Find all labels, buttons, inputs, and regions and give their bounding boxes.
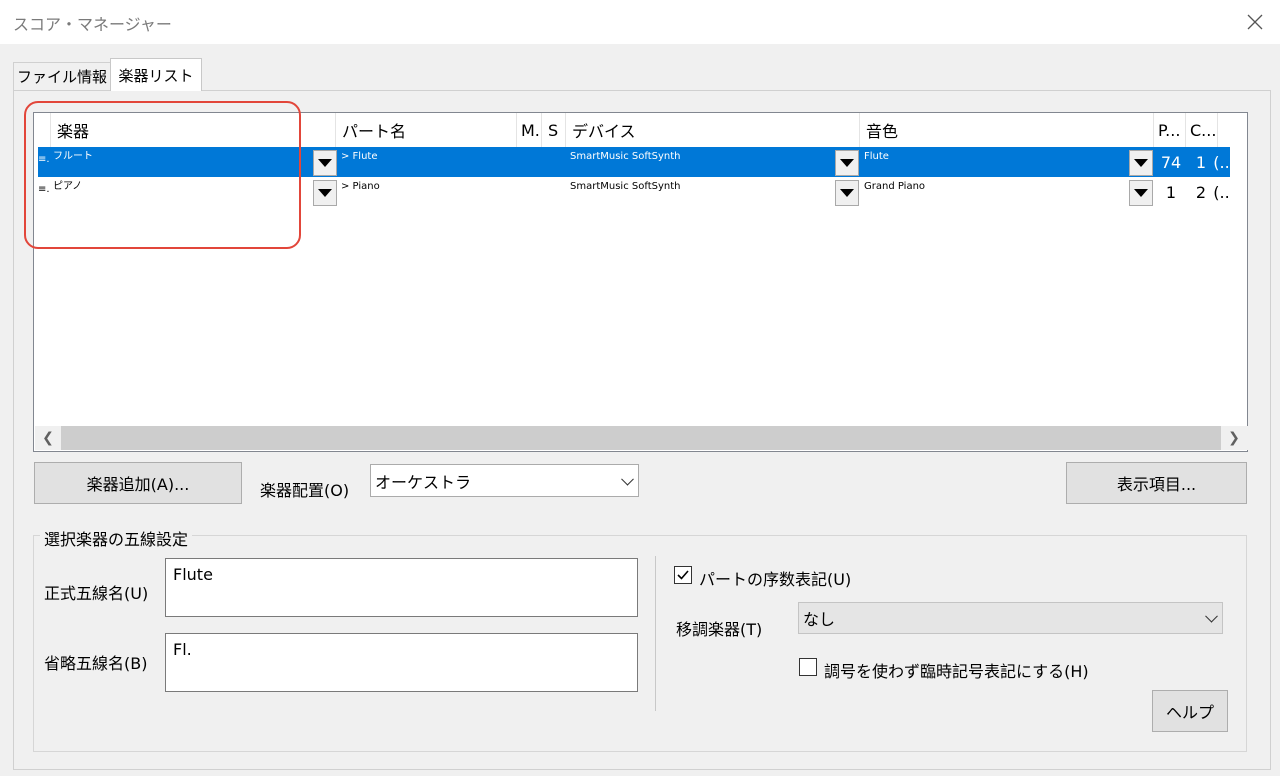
sound-cell[interactable]: Flute <box>861 147 1131 177</box>
part-name-cell[interactable]: > Flute <box>338 147 518 177</box>
overflow-cell[interactable]: (.. <box>1213 177 1230 207</box>
scroll-left-icon[interactable]: ❮ <box>35 426 61 450</box>
column-header-solo[interactable]: S <box>542 113 566 147</box>
no-key-signature-label[interactable]: 調号を使わず臨時記号表記にする(H) <box>824 658 1089 682</box>
transpose-select[interactable]: なし <box>798 602 1223 634</box>
dropdown-arrow-icon <box>1134 159 1148 167</box>
dropdown-arrow-icon <box>1134 189 1148 197</box>
column-header-program[interactable]: P... <box>1154 113 1186 147</box>
tab-file-info[interactable]: ファイル情報 <box>13 62 111 90</box>
column-header-mute[interactable]: M. <box>517 113 542 147</box>
dropdown-arrow-icon <box>840 159 854 167</box>
no-key-signature-checkbox[interactable] <box>799 658 817 676</box>
column-header-sound[interactable]: 音色 <box>860 113 1154 147</box>
tab-instrument-list[interactable]: 楽器リスト <box>110 58 202 91</box>
close-button[interactable] <box>1238 6 1272 38</box>
device-dropdown-button[interactable] <box>835 150 859 176</box>
layout-select-value: オーケストラ <box>375 472 472 492</box>
overflow-cell[interactable]: (.. <box>1213 147 1230 177</box>
column-header-part-name[interactable]: パート名 <box>336 113 517 147</box>
program-cell[interactable]: 1 <box>1155 177 1187 207</box>
layout-label: 楽器配置(O) <box>260 481 350 500</box>
ordinal-label[interactable]: パートの序数表記(U) <box>699 566 851 590</box>
abbr-name-input[interactable]: Fl. <box>165 633 638 692</box>
device-dropdown-button[interactable] <box>835 180 859 206</box>
layout-select[interactable]: オーケストラ <box>370 464 639 497</box>
dropdown-arrow-icon <box>318 159 332 167</box>
part-name-cell[interactable]: > Piano <box>338 177 518 207</box>
instrument-dropdown-button[interactable] <box>313 150 337 176</box>
channel-cell[interactable]: 1 <box>1188 147 1214 177</box>
column-header-device[interactable]: デバイス <box>566 113 860 147</box>
device-cell[interactable]: SmartMusic SoftSynth <box>567 177 837 207</box>
help-button[interactable]: ヘルプ <box>1152 690 1228 732</box>
window-title: スコア・マネージャー <box>13 15 172 34</box>
sound-dropdown-button[interactable] <box>1129 150 1153 176</box>
column-header-channel[interactable]: C... <box>1186 113 1218 147</box>
add-instrument-button[interactable]: 楽器追加(A)... <box>34 462 242 504</box>
title-bar: スコア・マネージャー <box>0 0 1280 44</box>
checkmark-icon <box>677 570 689 580</box>
sound-cell[interactable]: Grand Piano <box>861 177 1131 207</box>
device-cell[interactable]: SmartMusic SoftSynth <box>567 147 837 177</box>
ordinal-checkbox[interactable] <box>674 566 692 584</box>
full-name-label: 正式五線名(U) <box>44 584 149 603</box>
group-divider <box>655 556 656 711</box>
dropdown-arrow-icon <box>318 189 332 197</box>
highlight-annotation <box>24 101 301 249</box>
close-icon <box>1247 14 1263 30</box>
abbr-name-label: 省略五線名(B) <box>44 654 148 673</box>
transpose-select-value: なし <box>803 610 836 629</box>
display-items-button[interactable]: 表示項目... <box>1066 462 1247 504</box>
transpose-label: 移調楽器(T) <box>676 620 763 639</box>
staff-settings-title: 選択楽器の五線設定 <box>40 526 193 550</box>
full-name-input[interactable]: Flute <box>165 558 638 617</box>
scroll-thumb[interactable] <box>61 426 1221 450</box>
chevron-down-icon <box>621 472 634 486</box>
dropdown-arrow-icon <box>840 189 854 197</box>
scroll-right-icon[interactable]: ❯ <box>1221 426 1247 450</box>
sound-dropdown-button[interactable] <box>1129 180 1153 206</box>
horizontal-scrollbar[interactable]: ❮ ❯ <box>35 426 1248 450</box>
chevron-down-icon <box>1205 609 1218 623</box>
program-cell[interactable]: 74 <box>1155 147 1187 177</box>
channel-cell[interactable]: 2 <box>1188 177 1214 207</box>
instrument-dropdown-button[interactable] <box>313 180 337 206</box>
